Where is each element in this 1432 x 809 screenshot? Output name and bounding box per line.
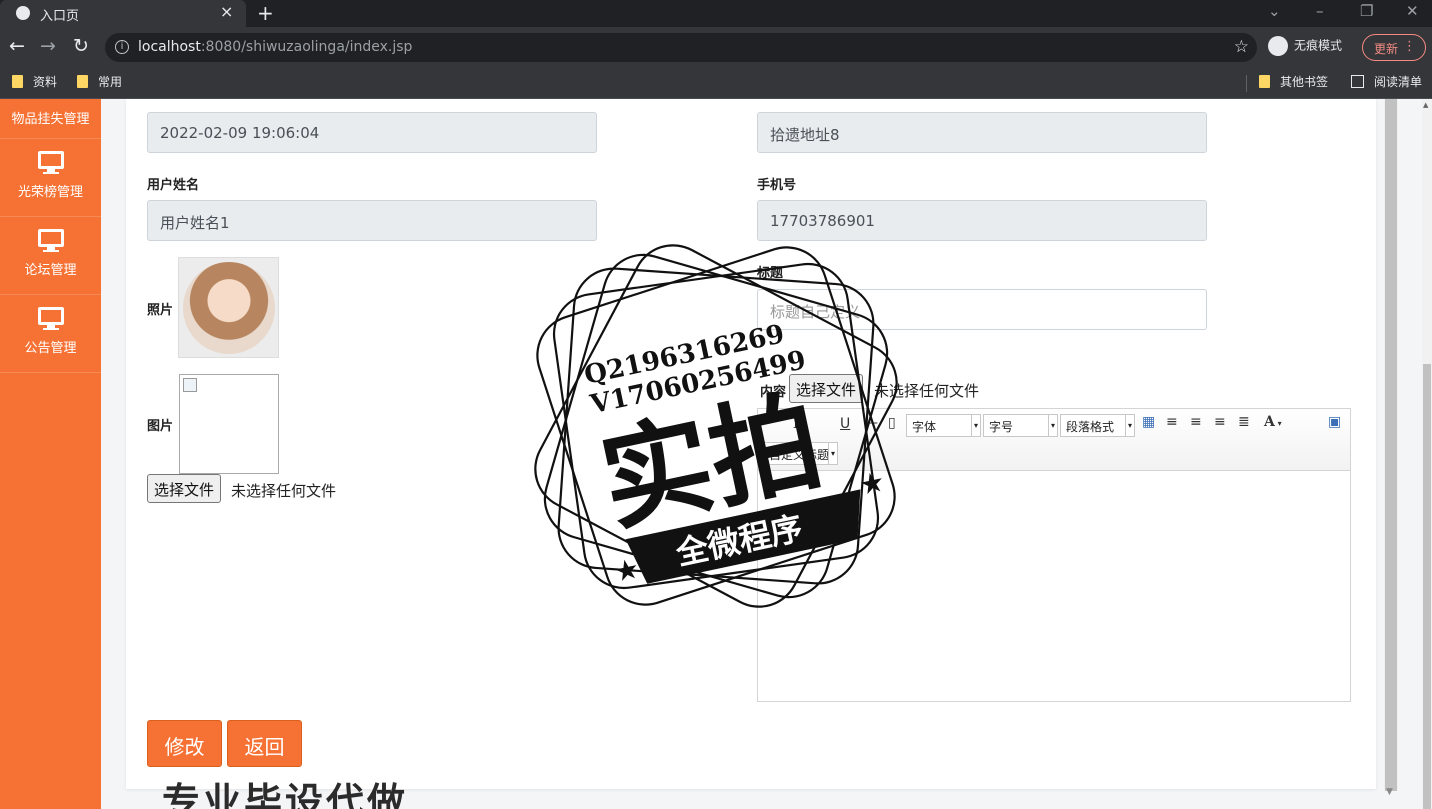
back-button[interactable]: 返回 (227, 720, 302, 767)
update-button[interactable]: 更新 ⋮ (1362, 34, 1426, 61)
title-label: 标题 (757, 266, 784, 281)
scroll-up-icon[interactable]: ▲ (1423, 101, 1428, 109)
heading-select[interactable]: 自定义标题 ▾ (763, 442, 838, 465)
scrollbar-thumb[interactable] (1423, 364, 1431, 809)
align-center-icon[interactable]: ≡ (1214, 414, 1226, 430)
divider (1246, 75, 1247, 92)
minimize-icon[interactable]: – (1316, 2, 1324, 20)
new-tab-icon[interactable]: + (257, 1, 274, 25)
monitor-icon (37, 307, 64, 331)
horizontal-rule-icon[interactable]: — (864, 415, 878, 431)
folder-icon (12, 75, 23, 88)
font-color-button[interactable]: A ▾ (1264, 414, 1282, 430)
window-close-icon[interactable]: ✕ (1406, 2, 1419, 20)
incognito-icon (1268, 36, 1288, 56)
phone-field[interactable]: 17703786901 (757, 200, 1207, 241)
sidebar-item-announcement[interactable]: 公告管理 (0, 295, 101, 373)
monitor-icon (37, 151, 64, 175)
scroll-down-icon[interactable]: ▼ (1386, 787, 1393, 797)
photo-label: 照片 (147, 303, 174, 318)
sidebar-item-label: 光荣榜管理 (17, 185, 83, 200)
site-info-icon[interactable]: i (115, 40, 129, 54)
reading-list[interactable]: 阅读清单 (1351, 73, 1422, 90)
chevron-down-icon: ▾ (1125, 415, 1134, 436)
bookmark-star-icon[interactable]: ☆ (1234, 37, 1249, 57)
align-justify-icon[interactable]: ≣ (1238, 414, 1250, 430)
bookmark-folder[interactable]: 资料 (12, 73, 57, 90)
chevron-down-icon: ▾ (1048, 415, 1057, 436)
content-no-file-text: 未选择任何文件 (874, 382, 980, 400)
update-label: 更新 (1374, 42, 1399, 56)
sidebar-item-lost-items[interactable]: 物品挂失管理 (0, 99, 101, 139)
forward-icon[interactable]: → (40, 35, 56, 57)
sidebar-item-label: 公告管理 (24, 341, 77, 356)
phone-label: 手机号 (757, 178, 797, 193)
content-choose-file-button[interactable]: 选择文件 (789, 374, 864, 403)
no-file-text: 未选择任何文件 (231, 482, 337, 500)
align-left-icon[interactable]: ≡ (1166, 414, 1178, 430)
rich-text-editor[interactable]: B U — ▯ 字体 ▾ 字号 ▾ 段落格式 ▾ ▦ ≡ ≡ ≡ ≣ A ▾ ▣ 自定… (757, 408, 1351, 702)
monitor-icon (37, 229, 64, 253)
font-select[interactable]: 字体 ▾ (906, 414, 981, 437)
broken-image-icon (183, 378, 197, 392)
chevron-down-icon: ▾ (828, 443, 837, 464)
time-field[interactable]: 2022-02-09 19:06:04 (147, 112, 597, 153)
sidebar: 物品挂失管理 光荣榜管理 论坛管理 公告管理 (0, 99, 101, 809)
tab-title: 入口页 (40, 9, 80, 24)
watermark-bottom-text: 专业毕设代做 (162, 780, 409, 809)
username-label: 用户姓名 (147, 178, 200, 193)
folder-icon (77, 75, 88, 88)
image-label: 图片 (147, 419, 174, 434)
modify-button[interactable]: 修改 (147, 720, 222, 767)
content-label: 内容 (760, 385, 787, 400)
choose-file-button[interactable]: 选择文件 (147, 474, 222, 503)
browser-tab-bar: 入口页 × + ⌄ – ❐ ✕ (0, 0, 1432, 27)
restore-icon[interactable]: ❐ (1360, 2, 1373, 20)
sidebar-item-honor-board[interactable]: 光荣榜管理 (0, 139, 101, 217)
incognito-label: 无痕模式 (1294, 38, 1343, 53)
tab-search-icon[interactable]: ⌄ (1268, 2, 1281, 20)
editor-toolbar: B U — ▯ 字体 ▾ 字号 ▾ 段落格式 ▾ ▦ ≡ ≡ ≡ ≣ A ▾ ▣ 自定… (758, 409, 1350, 471)
fullscreen-icon[interactable]: ▣ (1328, 414, 1341, 430)
item-image (179, 374, 279, 474)
folder-icon (1259, 75, 1270, 88)
close-tab-icon[interactable]: × (220, 2, 233, 21)
underline-button[interactable]: U (840, 416, 850, 432)
address-bar[interactable]: i localhost:8080/shiwuzaolinga/index.jsp… (105, 33, 1257, 62)
username-field[interactable]: 用户姓名1 (147, 200, 597, 241)
paragraph-select[interactable]: 段落格式 ▾ (1060, 414, 1135, 437)
sidebar-item-label: 论坛管理 (24, 263, 77, 278)
back-icon[interactable]: ← (9, 35, 25, 57)
bookmark-folder[interactable]: 常用 (77, 73, 122, 90)
table-icon[interactable]: ▦ (1142, 414, 1155, 430)
url-text: localhost:8080/shiwuzaolinga/index.jsp (138, 39, 413, 55)
bold-button[interactable]: B (793, 416, 805, 432)
align-right-icon[interactable]: ≡ (1190, 414, 1202, 430)
sidebar-item-forum[interactable]: 论坛管理 (0, 217, 101, 295)
font-size-select[interactable]: 字号 ▾ (983, 414, 1058, 437)
browser-tab[interactable]: 入口页 × (0, 0, 246, 27)
reload-icon[interactable]: ↻ (73, 35, 89, 57)
reading-list-icon (1351, 75, 1364, 88)
incognito-indicator[interactable]: 无痕模式 (1268, 36, 1342, 60)
browser-toolbar: ← → ↻ i localhost:8080/shiwuzaolinga/ind… (0, 27, 1432, 68)
page-scrollbar[interactable]: ▲ (1422, 99, 1432, 809)
inner-scrollbar[interactable] (1384, 99, 1398, 791)
scrollbar-thumb[interactable] (1385, 99, 1397, 791)
bookmarks-bar: 资料 常用 其他书签 阅读清单 (0, 68, 1432, 99)
menu-dots-icon[interactable]: ⋮ (1403, 39, 1416, 54)
address-field[interactable]: 拾遗地址8 (757, 112, 1207, 153)
page-viewport: 物品挂失管理 光荣榜管理 论坛管理 公告管理 2022-02-09 19:06:… (0, 99, 1432, 809)
title-input[interactable]: 标题自己定义 (757, 289, 1207, 330)
chevron-down-icon: ▾ (971, 415, 980, 436)
other-bookmarks[interactable]: 其他书签 (1259, 73, 1328, 90)
new-document-icon[interactable]: ▯ (888, 415, 896, 431)
user-photo (178, 257, 279, 358)
globe-icon (16, 6, 30, 20)
